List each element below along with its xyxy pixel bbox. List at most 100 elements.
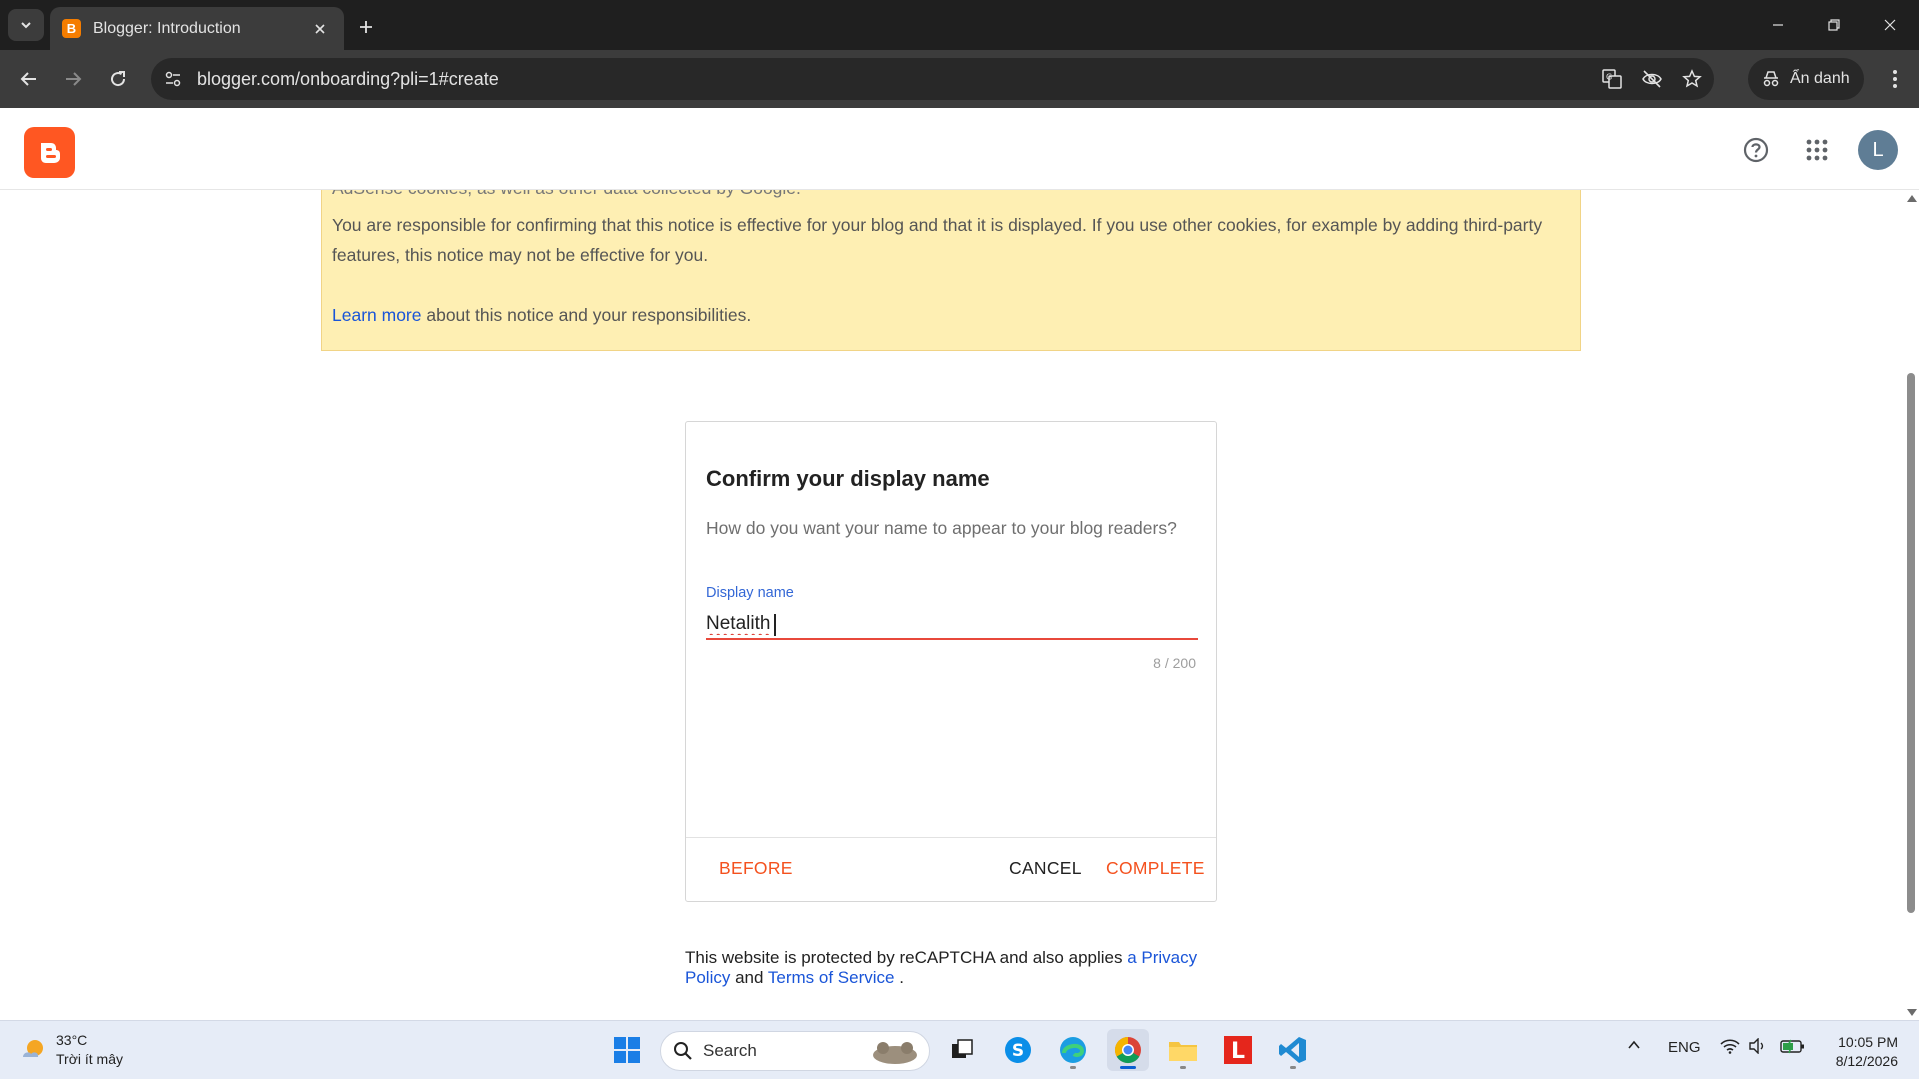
browser-tab-strip: B Blogger: Introduction [0, 0, 1919, 50]
incognito-icon [1763, 71, 1779, 87]
character-counter: 8 / 200 [1153, 655, 1196, 671]
eye-off-icon[interactable] [1634, 61, 1670, 97]
complete-button[interactable]: COMPLETE [1106, 858, 1205, 879]
chrome-app[interactable] [1107, 1029, 1149, 1071]
cookie-notice: AdSense cookies, as well as other data c… [321, 190, 1581, 351]
browser-toolbar: blogger.com/onboarding?pli=1#create G Ẩn… [0, 50, 1919, 108]
l-app[interactable]: L [1217, 1029, 1259, 1071]
minimize-window-button[interactable] [1758, 7, 1798, 43]
restore-window-button[interactable] [1814, 7, 1854, 43]
learn-more-rest: about this notice and your responsibilit… [421, 305, 752, 325]
skype-icon: S [1005, 1037, 1031, 1063]
text-caret [774, 614, 776, 636]
tab-search-button[interactable] [8, 9, 44, 41]
notice-paragraph: You are responsible for confirming that … [332, 215, 1543, 265]
apps-grid-icon [1806, 139, 1828, 161]
back-button[interactable] [12, 62, 46, 96]
terms-of-service-link[interactable]: Terms of Service [768, 968, 895, 987]
plus-icon [360, 21, 372, 33]
scroll-down-arrow-icon[interactable] [1907, 1009, 1917, 1016]
active-indicator [1120, 1066, 1136, 1069]
tab-title: Blogger: Introduction [93, 19, 241, 37]
vscode-icon [1279, 1037, 1306, 1063]
cancel-button[interactable]: CANCEL [1009, 858, 1082, 879]
svg-text:G: G [1606, 73, 1612, 82]
search-highlight-illustration-icon [873, 1042, 917, 1064]
running-indicator [1290, 1066, 1296, 1069]
volume-icon[interactable] [1748, 1038, 1768, 1054]
account-avatar[interactable]: L [1858, 130, 1898, 170]
task-view-button[interactable] [941, 1029, 983, 1071]
more-vert-icon [1893, 70, 1897, 88]
help-button[interactable] [1734, 128, 1778, 172]
tab-close-icon[interactable] [308, 17, 332, 41]
translate-icon[interactable]: G [1594, 61, 1630, 97]
running-indicator [1180, 1066, 1186, 1069]
recaptcha-notice: This website is protected by reCAPTCHA a… [685, 948, 1205, 988]
page-scrollbar[interactable] [1903, 190, 1919, 1020]
windows-logo-icon [614, 1037, 640, 1063]
search-icon [674, 1042, 692, 1060]
chevron-down-icon [21, 22, 31, 29]
taskbar-search[interactable]: Search [660, 1031, 930, 1071]
weather-description: Trời ít mây [56, 1051, 123, 1067]
site-settings-icon[interactable] [157, 63, 189, 95]
start-button[interactable] [606, 1029, 648, 1071]
language-indicator[interactable]: ENG [1668, 1039, 1701, 1056]
partly-cloudy-icon [23, 1040, 43, 1057]
svg-text:S: S [1012, 1041, 1024, 1061]
help-icon [1743, 137, 1769, 163]
forward-button[interactable] [56, 62, 90, 96]
battery-charging-icon[interactable] [1780, 1038, 1806, 1054]
system-clock[interactable]: 10:05 PM 8/12/2026 [1818, 1033, 1898, 1071]
scrollbar-thumb[interactable] [1907, 373, 1915, 913]
edge-icon [1060, 1037, 1086, 1063]
scroll-up-arrow-icon[interactable] [1907, 195, 1917, 202]
clock-date: 8/12/2026 [1835, 1053, 1898, 1069]
windows-taskbar: 33°C Trời ít mây Search S L ENG 10:05 PM… [0, 1020, 1919, 1079]
new-tab-button[interactable] [350, 11, 382, 43]
blogger-header: L [0, 108, 1919, 190]
address-bar[interactable]: blogger.com/onboarding?pli=1#create G [151, 58, 1714, 100]
show-hidden-icons-button[interactable] [1626, 1037, 1642, 1053]
incognito-profile-button[interactable]: Ẩn danh [1748, 58, 1864, 100]
bookmark-star-icon[interactable] [1674, 61, 1710, 97]
onboarding-page: AdSense cookies, as well as other data c… [0, 190, 1903, 1020]
reload-button[interactable] [101, 62, 135, 96]
skype-app[interactable]: S [997, 1029, 1039, 1071]
browser-menu-button[interactable] [1878, 62, 1912, 96]
arrow-left-icon [20, 72, 36, 86]
arrow-right-icon [66, 72, 82, 86]
recaptcha-and: and [730, 968, 768, 987]
weather-temperature: 33°C [56, 1032, 88, 1048]
dialog-subtitle: How do you want your name to appear to y… [706, 518, 1177, 538]
blogger-favicon-icon: B [62, 19, 81, 38]
edge-app[interactable] [1052, 1029, 1094, 1071]
dialog-divider [686, 837, 1216, 838]
recaptcha-text: This website is protected by reCAPTCHA a… [685, 948, 1128, 967]
chrome-icon [1114, 1036, 1141, 1064]
weather-widget[interactable]: 33°C Trời ít mây [18, 1031, 123, 1069]
notice-cut-line: AdSense cookies, as well as other data c… [332, 190, 801, 203]
display-name-input[interactable] [706, 610, 1198, 640]
vscode-app[interactable] [1272, 1029, 1314, 1071]
recaptcha-end: . [894, 968, 904, 987]
notice-learn-more-line: Learn more about this notice and your re… [332, 300, 751, 330]
profile-label: Ẩn danh [1790, 70, 1850, 87]
taskbar-search-label: Search [703, 1041, 757, 1060]
running-indicator [1070, 1066, 1076, 1069]
folder-icon [1169, 1042, 1197, 1061]
url-text[interactable]: blogger.com/onboarding?pli=1#create [197, 69, 1594, 90]
svg-text:L: L [1231, 1039, 1245, 1064]
red-l-app-icon: L [1224, 1036, 1252, 1064]
learn-more-link[interactable]: Learn more [332, 305, 422, 325]
display-name-label: Display name [706, 585, 794, 601]
close-window-button[interactable] [1870, 7, 1910, 43]
blogger-logo-icon[interactable] [24, 127, 75, 178]
before-button[interactable]: BEFORE [719, 858, 793, 879]
browser-tab-active[interactable]: B Blogger: Introduction [50, 7, 344, 50]
google-apps-button[interactable] [1795, 128, 1839, 172]
wifi-icon[interactable] [1720, 1038, 1740, 1054]
reload-icon [111, 71, 126, 87]
file-explorer-app[interactable] [1162, 1029, 1204, 1071]
